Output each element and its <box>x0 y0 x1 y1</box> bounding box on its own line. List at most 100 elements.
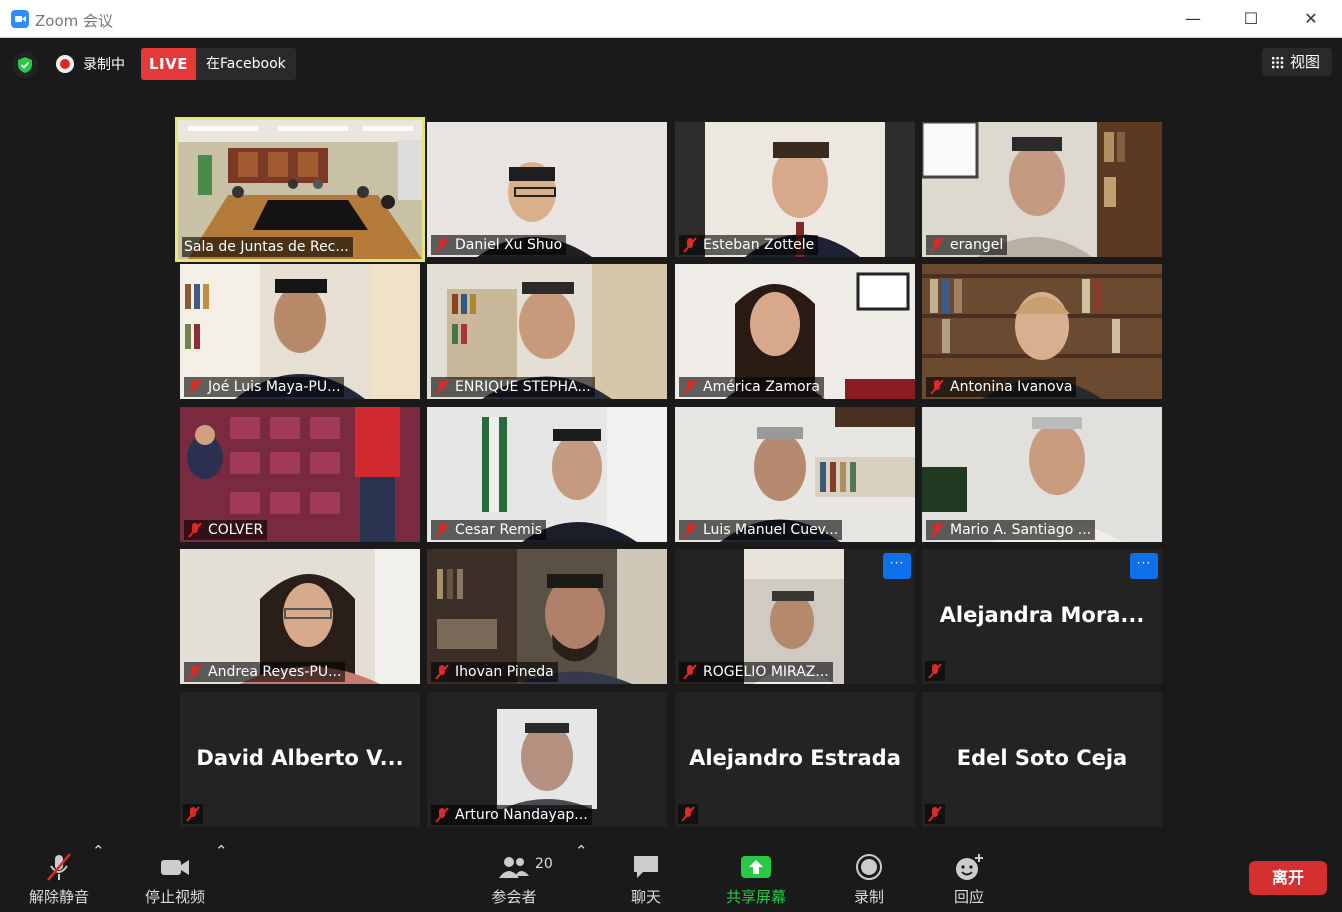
muted-mic-icon <box>435 807 449 823</box>
reactions-label: 回应 <box>953 888 984 906</box>
muted-mic-icon <box>188 522 202 538</box>
muted-mic-icon <box>930 522 944 538</box>
participant-name-label: Daniel Xu Shuo <box>431 235 567 255</box>
muted-mic-icon <box>183 804 203 824</box>
video-camera-icon <box>161 860 189 875</box>
video-tile[interactable]: COLVER <box>180 407 420 542</box>
participant-name-label: Cesar Remis <box>431 520 547 540</box>
participant-name-label: Esteban Zottele <box>679 235 819 255</box>
video-tile[interactable]: Arturo Nandayap... <box>427 692 667 827</box>
participant-name-label: Arturo Nandayap... <box>431 805 592 825</box>
muted-mic-icon <box>435 379 449 395</box>
profile-picture <box>497 709 597 809</box>
share-screen-label: 共享屏幕 <box>725 888 786 906</box>
participants-button[interactable]: 参会者 <box>478 842 550 912</box>
security-shield-icon[interactable] <box>12 52 38 78</box>
video-tile-no-video[interactable]: ··· Alejandra Mora... <box>922 549 1162 684</box>
grid-view-icon <box>1271 56 1284 69</box>
recording-label: 录制中 <box>83 57 125 73</box>
video-tile[interactable]: Daniel Xu Shuo <box>427 122 667 257</box>
participant-display-name: Edel Soto Ceja <box>956 746 1128 770</box>
participant-display-name: Alejandra Mora... <box>939 603 1145 627</box>
muted-mic-icon <box>683 237 697 253</box>
muted-mic-icon <box>925 661 945 681</box>
muted-microphone-icon <box>47 853 71 881</box>
muted-mic-icon <box>678 804 698 824</box>
participant-name-label: Andrea Reyes-PU... <box>184 662 346 682</box>
record-button[interactable]: 录制 <box>833 842 905 912</box>
participants-options-chevron-icon[interactable]: ⌃ <box>575 842 588 912</box>
participant-name-label: Mario A. Santiago ... <box>926 520 1096 540</box>
video-tile[interactable]: Cesar Remis <box>427 407 667 542</box>
muted-mic-icon <box>435 664 449 680</box>
participant-name-label: ENRIQUE STEPHA... <box>431 377 595 397</box>
participant-display-name: David Alberto V... <box>196 746 404 770</box>
live-badge: LIVE <box>141 48 196 80</box>
participant-name-label: Luis Manuel Cuev... <box>679 520 843 540</box>
zoom-window: Zoom 会议 — ☐ ✕ 录制中 LIVE 在Facebook 视图 Sala… <box>0 0 1342 912</box>
maximize-button[interactable]: ☐ <box>1228 0 1274 38</box>
record-label: 录制 <box>853 888 884 906</box>
unmute-button[interactable]: 解除静音 <box>20 842 98 912</box>
reactions-button[interactable]: 回应 <box>933 842 1005 912</box>
chat-label: 聊天 <box>630 888 661 906</box>
video-tile[interactable]: Sala de Juntas de Rec... <box>175 117 425 262</box>
participant-name-label: Ihovan Pineda <box>431 662 558 682</box>
video-tile[interactable]: América Zamora <box>675 264 915 399</box>
video-tile[interactable]: ··· ROGELIO MIRAZ... <box>675 549 915 684</box>
video-tile-no-video[interactable]: David Alberto V... <box>180 692 420 827</box>
video-tile[interactable]: Andrea Reyes-PU... <box>180 549 420 684</box>
participants-count: 20 <box>535 856 553 872</box>
participant-name-label: América Zamora <box>679 377 824 397</box>
participant-name-label: Sala de Juntas de Rec... <box>182 237 353 257</box>
participant-display-name: Alejandro Estrada <box>689 746 901 770</box>
stop-video-label: 停止视频 <box>144 888 205 906</box>
video-options-chevron-icon[interactable]: ⌃ <box>215 842 228 912</box>
zoom-app-icon <box>11 10 29 28</box>
window-title: Zoom 会议 <box>35 12 114 30</box>
stop-video-button[interactable]: 停止视频 <box>136 842 214 912</box>
video-tile[interactable]: Antonina Ivanova <box>922 264 1162 399</box>
video-tile-no-video[interactable]: Edel Soto Ceja <box>922 692 1162 827</box>
muted-mic-icon <box>930 379 944 395</box>
muted-mic-icon <box>925 804 945 824</box>
video-tile[interactable]: Esteban Zottele <box>675 122 915 257</box>
video-tile[interactable]: Luis Manuel Cuev... <box>675 407 915 542</box>
muted-mic-icon <box>435 237 449 253</box>
video-tile[interactable]: Joé Luis Maya-PU... <box>180 264 420 399</box>
muted-mic-icon <box>188 664 202 680</box>
record-dot-icon <box>56 55 74 73</box>
audio-options-chevron-icon[interactable]: ⌃ <box>92 842 105 912</box>
video-tile[interactable]: erangel <box>922 122 1162 257</box>
more-options-button[interactable]: ··· <box>883 553 911 579</box>
participant-name-label: erangel <box>926 235 1008 255</box>
share-screen-button[interactable]: 共享屏幕 <box>715 842 797 912</box>
unmute-label: 解除静音 <box>28 888 89 906</box>
view-button[interactable]: 视图 <box>1262 48 1332 76</box>
muted-mic-icon <box>188 379 202 395</box>
participants-icon <box>499 857 529 878</box>
close-button[interactable]: ✕ <box>1288 0 1334 38</box>
chat-bubble-icon <box>634 856 658 878</box>
video-tile-no-video[interactable]: Alejandro Estrada <box>675 692 915 827</box>
video-tile[interactable]: ENRIQUE STEPHA... <box>427 264 667 399</box>
title-bar: Zoom 会议 — ☐ ✕ <box>0 0 1342 38</box>
view-label: 视图 <box>1290 53 1321 71</box>
participant-name-label: Joé Luis Maya-PU... <box>184 377 345 397</box>
live-stream-indicator[interactable]: LIVE 在Facebook <box>141 48 296 80</box>
chat-button[interactable]: 聊天 <box>610 842 682 912</box>
more-options-button[interactable]: ··· <box>1130 553 1158 579</box>
leave-meeting-button[interactable]: 离开 <box>1249 861 1327 895</box>
muted-mic-icon <box>683 664 697 680</box>
video-tile[interactable]: Ihovan Pineda <box>427 549 667 684</box>
participants-label: 参会者 <box>491 888 537 906</box>
muted-mic-icon <box>683 379 697 395</box>
record-icon <box>856 854 882 880</box>
meeting-toolbar: 解除静音 ⌃ 停止视频 ⌃ 参会者 20 ⌃ 聊天 共享屏幕 录制 回应 离开 <box>0 842 1342 912</box>
smiley-plus-icon <box>956 854 983 880</box>
video-tile[interactable]: Mario A. Santiago ... <box>922 407 1162 542</box>
participant-name-label: COLVER <box>184 520 268 540</box>
minimize-button[interactable]: — <box>1170 0 1216 38</box>
live-target: 在Facebook <box>206 56 286 72</box>
muted-mic-icon <box>930 237 944 253</box>
